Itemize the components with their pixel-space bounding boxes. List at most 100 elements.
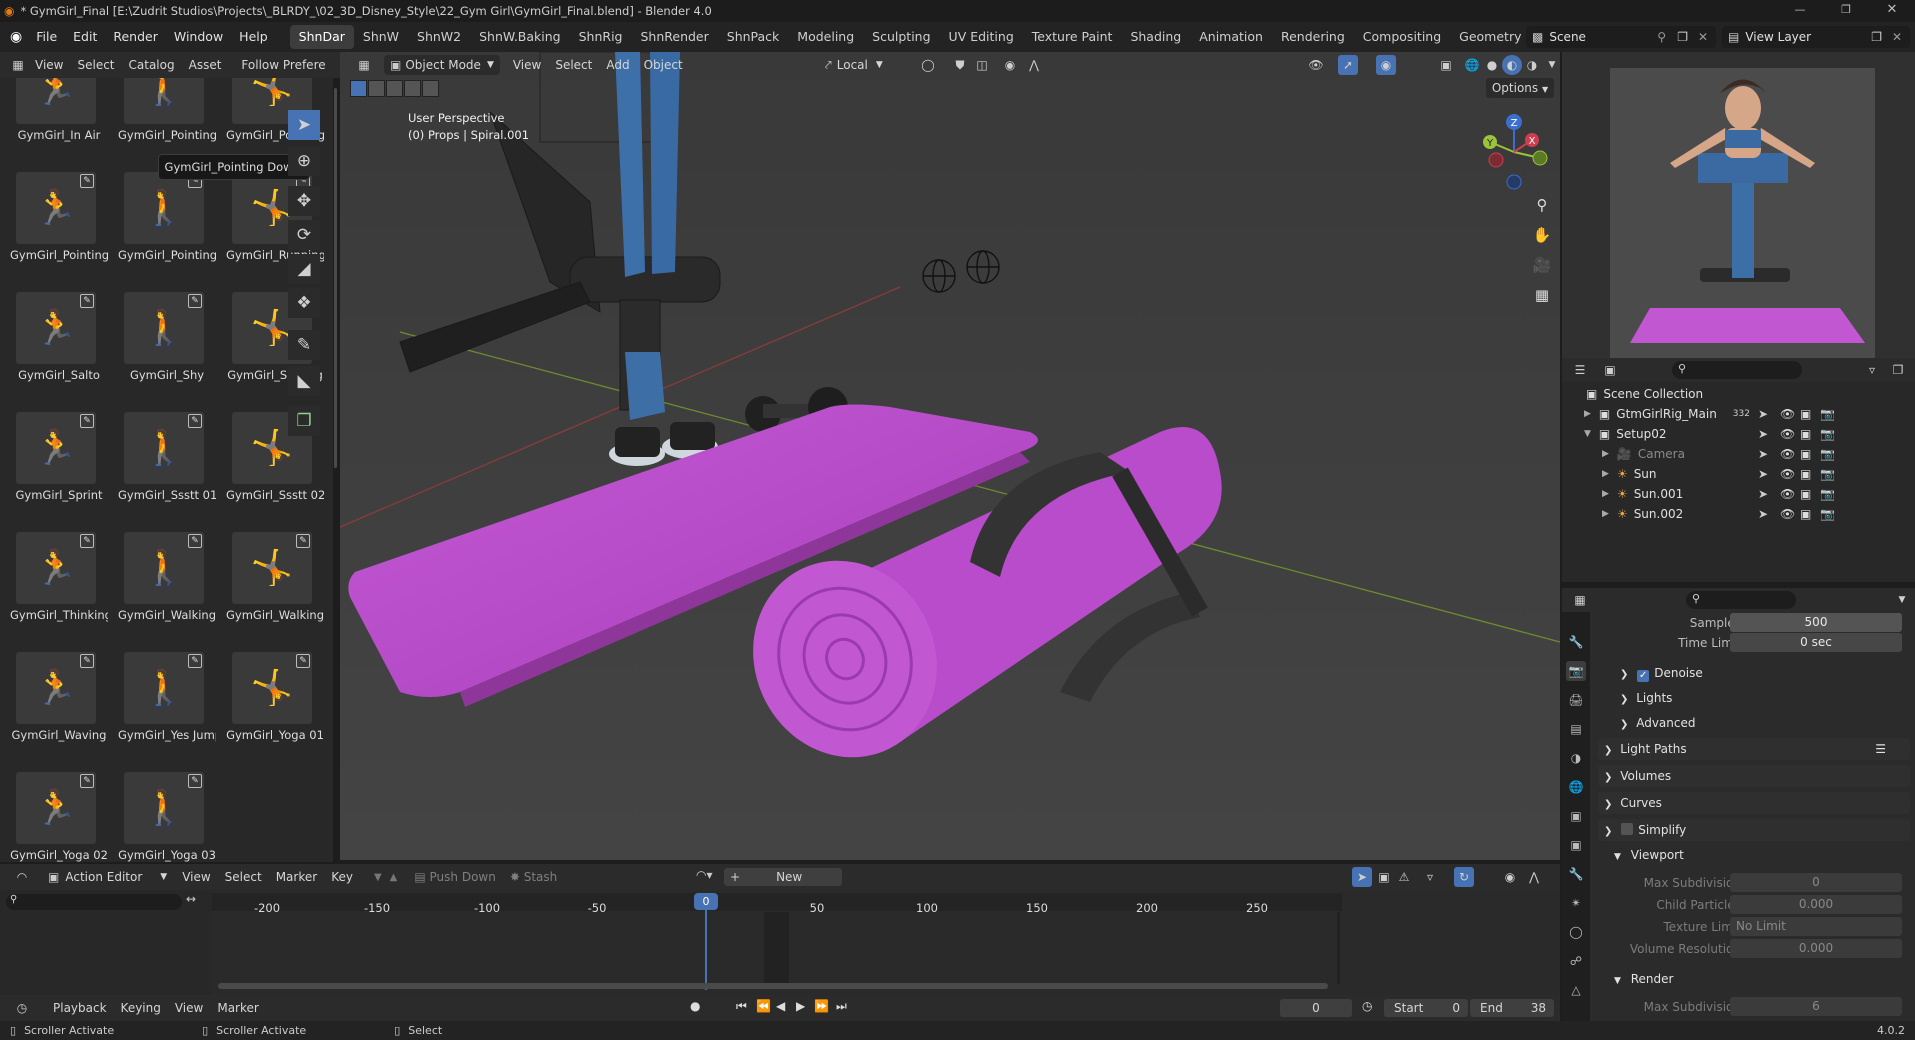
action-editor-mode-dropdown[interactable]: ▣ Action Editor ▼ xyxy=(48,870,167,884)
texture-limit-dropdown[interactable]: No Limit xyxy=(1730,917,1902,936)
denoise-subpanel[interactable]: ❯ ✓ Denoise xyxy=(1620,662,1910,684)
asset-item[interactable]: 🤸 ✎ GymGirl_Yoga 01 xyxy=(226,648,324,758)
menu-window[interactable]: Window xyxy=(166,22,231,52)
render-subpanel[interactable]: ▼ Render xyxy=(1614,968,1910,990)
scene-icon[interactable]: ◑ xyxy=(1566,748,1586,768)
proportional-icon[interactable]: ◉ xyxy=(1500,867,1520,887)
transform-orientation-dropdown[interactable]: ⤤ Local ▼ xyxy=(825,55,883,75)
expand-chevron-icon[interactable]: ▶ xyxy=(1602,469,1609,479)
viewport-editor-type-icon[interactable]: ▦ xyxy=(354,55,374,75)
light-paths-panel[interactable]: ❯ Light Paths ☰ xyxy=(1598,738,1910,760)
editor-type-icon[interactable]: ▦ xyxy=(8,55,28,75)
properties-editor-type-icon[interactable]: ▦ xyxy=(1570,590,1590,610)
asset-item[interactable]: 🏃 ✎ GymGirl_Yoga 02 xyxy=(10,768,108,862)
view-layer-icon[interactable]: ▤ xyxy=(1566,719,1586,739)
outliner-row-sun-002[interactable]: ▶ ☀ Sun.002 ➤ 👁 ▣ 📷 xyxy=(1282,504,1915,524)
render-toggle-icon[interactable]: 📷 xyxy=(1820,427,1835,441)
time-limit-field[interactable]: 0 sec xyxy=(1730,633,1902,652)
snap-icon[interactable]: ⛊ xyxy=(950,55,970,75)
select-box-tool[interactable]: ➤ xyxy=(288,110,320,140)
prev-keyframe-icon[interactable]: ⏪ xyxy=(756,999,771,1013)
expand-chevron-icon[interactable]: ▼ xyxy=(1584,429,1591,439)
visibility-eye-icon[interactable]: 👁 xyxy=(1780,467,1795,481)
dopesheet-editor-type-icon[interactable]: ◠ xyxy=(12,867,32,887)
workspace-tab-texture-paint[interactable]: Texture Paint xyxy=(1023,25,1122,49)
workspace-tab-shnpack[interactable]: ShnPack xyxy=(718,25,789,49)
material-shading-icon[interactable]: ◐ xyxy=(1502,55,1522,75)
select-toggle-icon[interactable]: ➤ xyxy=(1758,507,1768,521)
stash-button[interactable]: ✸ Stash xyxy=(503,864,564,890)
camera-view-icon[interactable]: 🎥 xyxy=(1529,252,1555,278)
zoom-icon[interactable]: ⚲ xyxy=(1529,192,1555,218)
edit-icon[interactable]: ✎ xyxy=(188,414,202,428)
timeline-menu-marker[interactable]: Marker xyxy=(210,995,265,1021)
current-frame-field[interactable]: 0 xyxy=(1280,999,1352,1017)
visibility-icon[interactable]: 👁 xyxy=(1306,55,1326,75)
edit-icon[interactable]: ✎ xyxy=(80,294,94,308)
blender-menu-icon[interactable]: ◉ xyxy=(10,29,22,45)
viewport-toggle-icon[interactable]: ▣ xyxy=(1800,427,1811,441)
collection-icon[interactable]: ▣ xyxy=(1566,806,1586,826)
falloff-icon[interactable]: ⋀ xyxy=(1024,55,1044,75)
shading-options-icon[interactable]: ▼ xyxy=(1542,55,1562,75)
view-layer-remove-icon[interactable]: ✕ xyxy=(1892,30,1902,44)
asset-item[interactable]: 🚶 ✎ GymGirl_Yes Jump xyxy=(118,648,216,758)
pan-hand-icon[interactable]: ✋ xyxy=(1529,222,1555,248)
action-browse-icon[interactable]: ◠▾ xyxy=(696,868,713,882)
minimize-icon[interactable]: — xyxy=(1777,0,1823,20)
push-down-button[interactable]: ▤ Push Down xyxy=(407,864,502,890)
render-toggle-icon[interactable]: 📷 xyxy=(1820,447,1835,461)
timeline-editor-type-icon[interactable]: ◷ xyxy=(12,998,32,1018)
asset-menu-catalog[interactable]: Catalog xyxy=(122,52,182,78)
rotate-tool[interactable]: ⟳ xyxy=(288,220,320,250)
edit-icon[interactable]: ✎ xyxy=(296,654,310,668)
edit-icon[interactable]: ✎ xyxy=(80,534,94,548)
transform-tool[interactable]: ❖ xyxy=(288,288,320,318)
edit-icon[interactable]: ✎ xyxy=(296,534,310,548)
display-mode-icon[interactable]: ▣ xyxy=(1600,360,1620,380)
clock-icon[interactable]: ◷ xyxy=(1362,999,1372,1013)
viewport-menu-add[interactable]: Add xyxy=(599,52,636,78)
max-subdivision-field[interactable]: 0 xyxy=(1730,873,1902,892)
workspace-tab-compositing[interactable]: Compositing xyxy=(1354,25,1450,49)
advanced-subpanel[interactable]: ❯ Advanced xyxy=(1620,712,1910,734)
simplify-checkbox[interactable] xyxy=(1621,823,1634,835)
select-toggle-icon[interactable]: ➤ xyxy=(1758,467,1768,481)
select-intersect-icon[interactable] xyxy=(422,80,439,97)
play-reverse-icon[interactable]: ◀ xyxy=(776,999,785,1013)
outliner-search-input[interactable]: ⚲ xyxy=(1672,361,1802,379)
viewport-subpanel[interactable]: ▼ Viewport xyxy=(1614,844,1910,866)
asset-item[interactable]: 🏃 ✎ GymGirl_Thinking xyxy=(10,528,108,638)
outliner-row-camera[interactable]: ▶ 🎥 Camera ➤ 👁 ▣ 📷 xyxy=(1282,444,1915,464)
constraints-icon[interactable]: ☍ xyxy=(1566,951,1586,971)
view-layer-selector[interactable]: ▤ View Layer ❐ ✕ xyxy=(1722,26,1910,48)
show-hidden-icon[interactable]: ▣ xyxy=(1374,867,1394,887)
ortho-grid-icon[interactable]: ▦ xyxy=(1529,282,1555,308)
edit-icon[interactable]: ✎ xyxy=(188,534,202,548)
render-toggle-icon[interactable]: 📷 xyxy=(1820,467,1835,481)
asset-item[interactable]: 🚶✎GymGirl_Pointing... xyxy=(118,168,216,278)
jump-end-icon[interactable]: ⏭ xyxy=(836,999,847,1014)
workspace-tab-shading[interactable]: Shading xyxy=(1121,25,1190,49)
select-toggle-icon[interactable]: ➤ xyxy=(1758,427,1768,441)
volumes-panel[interactable]: ❯ Volumes xyxy=(1598,765,1910,787)
workspace-tab-modeling[interactable]: Modeling xyxy=(788,25,863,49)
visibility-eye-icon[interactable]: 👁 xyxy=(1780,427,1795,441)
select-new-icon[interactable] xyxy=(350,80,367,97)
child-particles-field[interactable]: 0.000 xyxy=(1730,895,1902,914)
channel-search-input[interactable]: ⚲ xyxy=(6,894,182,910)
overlay-toggle-icon[interactable]: ◉ xyxy=(1376,55,1396,75)
asset-scrollbar[interactable] xyxy=(334,88,337,468)
asset-item[interactable]: 🚶 ✎ GymGirl_Yoga 03 xyxy=(118,768,216,862)
properties-options-icon[interactable]: ▼ xyxy=(1892,590,1912,610)
asset-item[interactable]: 🚶 ✎ GymGirl_Walking xyxy=(118,528,216,638)
workspace-tab-shnrig[interactable]: ShnRig xyxy=(570,25,632,49)
workspace-tab-sculpting[interactable]: Sculpting xyxy=(863,25,939,49)
expand-chevron-icon[interactable]: ▶ xyxy=(1584,409,1591,419)
viewport-toggle-icon[interactable]: ▣ xyxy=(1800,507,1811,521)
samples-field[interactable]: 500 xyxy=(1730,613,1902,632)
menu-help[interactable]: Help xyxy=(231,22,276,52)
object-icon[interactable]: ▣ xyxy=(1566,835,1586,855)
scene-remove-icon[interactable]: ✕ xyxy=(1698,30,1708,44)
asset-menu-select[interactable]: Select xyxy=(70,52,121,78)
